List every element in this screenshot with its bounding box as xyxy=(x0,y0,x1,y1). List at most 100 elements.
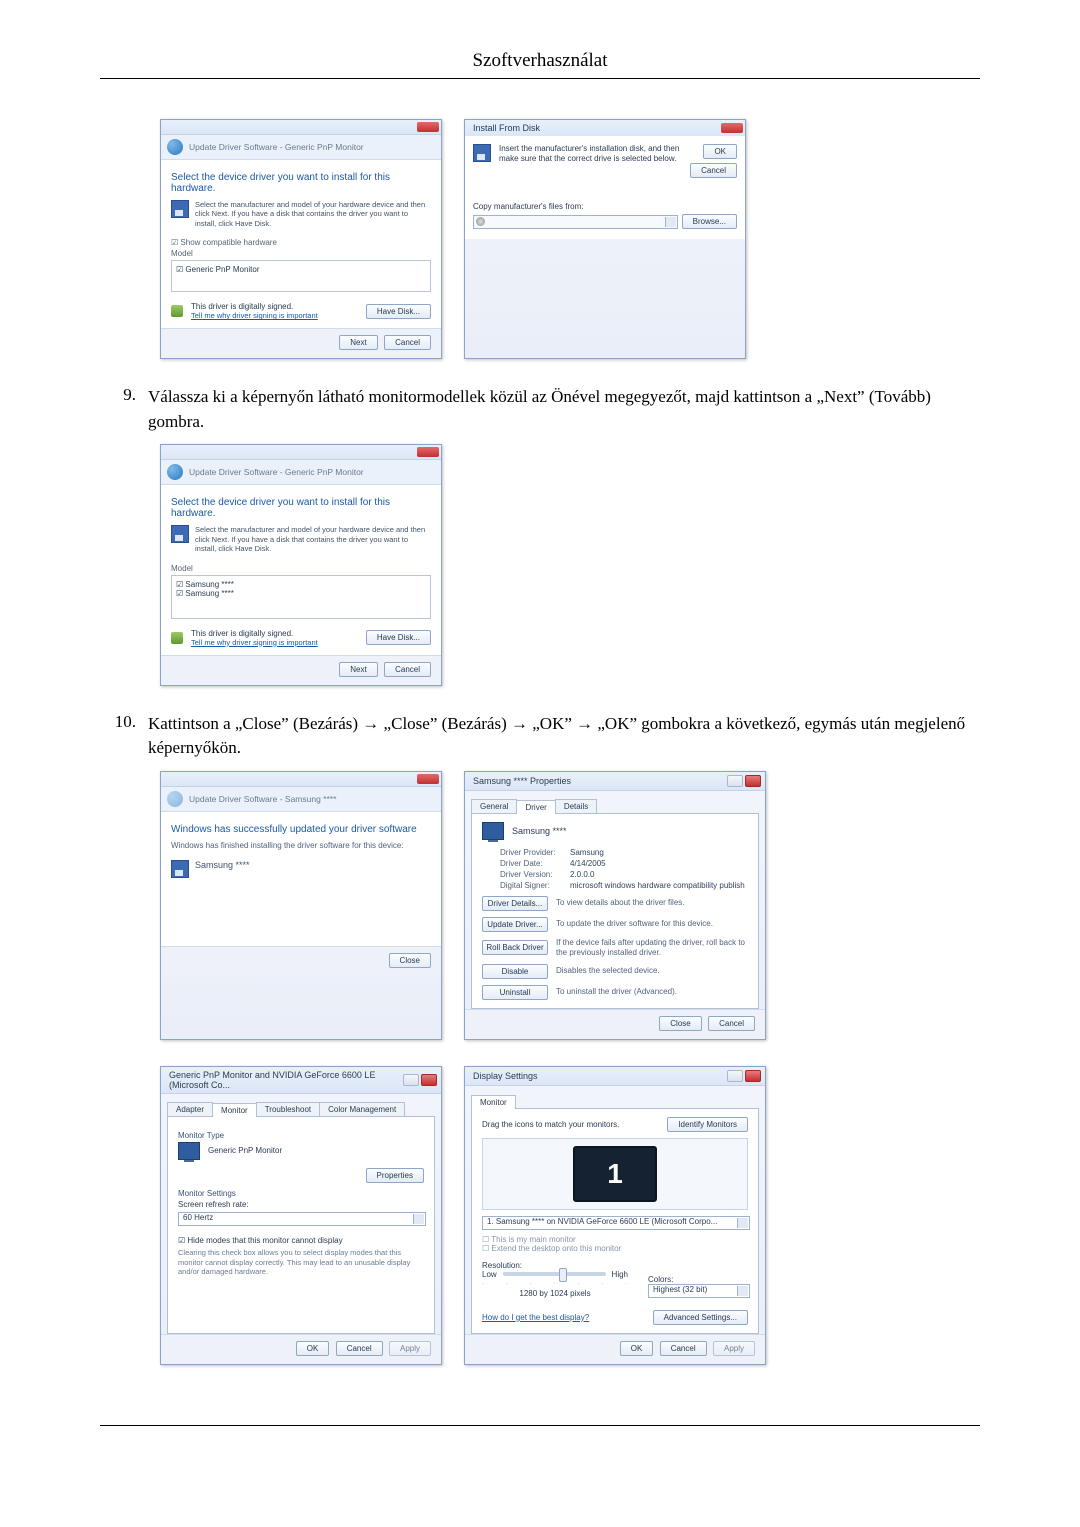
min-icon[interactable] xyxy=(727,1070,743,1082)
apply-button[interactable]: Apply xyxy=(713,1341,755,1356)
monitor-select[interactable]: 1. Samsung **** on NVIDIA GeForce 6600 L… xyxy=(482,1216,750,1230)
tab-color-management[interactable]: Color Management xyxy=(319,1102,405,1116)
copy-from-dropdown[interactable] xyxy=(473,215,678,229)
step-9: 9. Válassza ki a képernyőn látható monit… xyxy=(100,385,980,434)
dlg-titlebar xyxy=(161,772,441,787)
properties-button[interactable]: Properties xyxy=(366,1168,424,1183)
have-disk-button[interactable]: Have Disk... xyxy=(366,304,431,319)
model-list[interactable]: ☑ Generic PnP Monitor xyxy=(171,260,431,292)
refresh-rate-select[interactable]: 60 Hertz xyxy=(178,1212,426,1226)
refresh-rate-label: Screen refresh rate: xyxy=(178,1200,424,1209)
dlg-titlebar xyxy=(161,445,441,460)
monitor-type-value: Generic PnP Monitor xyxy=(208,1146,282,1155)
tab-monitor[interactable]: Monitor xyxy=(471,1095,516,1109)
kv-val: Samsung xyxy=(570,848,748,857)
dlg-titlebar xyxy=(161,120,441,135)
dlg-pnp-monitor: Generic PnP Monitor and NVIDIA GeForce 6… xyxy=(160,1066,442,1365)
min-icon[interactable] xyxy=(403,1074,419,1086)
close-icon[interactable] xyxy=(417,122,439,132)
cancel-button[interactable]: Cancel xyxy=(690,163,737,178)
resolution-slider[interactable] xyxy=(503,1272,606,1276)
extend-desktop-checkbox: ☐ Extend the desktop onto this monitor xyxy=(482,1244,748,1253)
ok-button[interactable]: OK xyxy=(703,144,737,159)
slider-thumb[interactable] xyxy=(559,1268,567,1282)
wizard-subtext: Select the manufacturer and model of you… xyxy=(195,525,431,553)
update-driver-button[interactable]: Update Driver... xyxy=(482,917,548,932)
monitor-preview[interactable]: 1 xyxy=(482,1138,748,1210)
signing-link[interactable]: Tell me why driver signing is important xyxy=(191,311,358,320)
close-button[interactable]: Close xyxy=(659,1016,701,1031)
model-item[interactable]: Samsung **** xyxy=(185,580,233,589)
apply-button[interactable]: Apply xyxy=(389,1341,431,1356)
colors-select[interactable]: Highest (32 bit) xyxy=(648,1284,750,1298)
driver-details-button[interactable]: Driver Details... xyxy=(482,896,548,911)
cancel-button[interactable]: Cancel xyxy=(384,662,431,677)
ok-button[interactable]: OK xyxy=(620,1341,654,1356)
wizard-header-text: Update Driver Software - Generic PnP Mon… xyxy=(189,467,364,477)
hide-modes-checkbox[interactable]: ☑ Hide modes that this monitor cannot di… xyxy=(178,1236,424,1245)
close-icon[interactable] xyxy=(745,1070,761,1082)
close-icon[interactable] xyxy=(417,774,439,784)
screenshot-row-3: Update Driver Software - Samsung **** Wi… xyxy=(160,771,980,1040)
back-arrow-icon[interactable] xyxy=(167,139,183,155)
dlg-title: Generic PnP Monitor and NVIDIA GeForce 6… xyxy=(169,1070,403,1090)
copy-from-label: Copy manufacturer's files from: xyxy=(473,202,737,211)
close-icon[interactable] xyxy=(421,1074,437,1086)
show-compatible-checkbox[interactable]: ☑ Show compatible hardware xyxy=(171,238,431,247)
back-arrow-icon[interactable] xyxy=(167,464,183,480)
action-desc: Disables the selected device. xyxy=(556,966,748,976)
drive-icon xyxy=(476,217,485,226)
cancel-button[interactable]: Cancel xyxy=(708,1016,755,1031)
wizard-subtext: Select the manufacturer and model of you… xyxy=(195,200,431,228)
shield-icon xyxy=(171,632,183,644)
wizard-header: Update Driver Software - Generic PnP Mon… xyxy=(161,135,441,160)
tab-monitor[interactable]: Monitor xyxy=(212,1103,257,1117)
close-icon[interactable] xyxy=(721,123,743,133)
step-number: 9. xyxy=(100,385,148,405)
tab-adapter[interactable]: Adapter xyxy=(167,1102,213,1116)
tab-troubleshoot[interactable]: Troubleshoot xyxy=(256,1102,320,1116)
advanced-settings-button[interactable]: Advanced Settings... xyxy=(653,1310,748,1325)
model-item[interactable]: Samsung **** xyxy=(185,589,233,598)
close-button[interactable]: Close xyxy=(389,953,431,968)
help-icon[interactable] xyxy=(727,775,743,787)
cancel-button[interactable]: Cancel xyxy=(336,1341,383,1356)
finished-device-name: Samsung **** xyxy=(195,860,250,878)
next-button[interactable]: Next xyxy=(339,662,377,677)
model-item[interactable]: Generic PnP Monitor xyxy=(185,265,259,274)
browse-button[interactable]: Browse... xyxy=(682,214,737,229)
disable-button[interactable]: Disable xyxy=(482,964,548,979)
ok-button[interactable]: OK xyxy=(296,1341,330,1356)
dlg-update-driver-2: Update Driver Software - Generic PnP Mon… xyxy=(160,444,442,685)
monitor-1-icon[interactable]: 1 xyxy=(573,1146,657,1202)
kv-key: Driver Version: xyxy=(500,870,570,879)
identify-monitors-button[interactable]: Identify Monitors xyxy=(667,1117,748,1132)
tab-driver[interactable]: Driver xyxy=(516,800,555,814)
model-column-header: Model xyxy=(171,564,431,573)
hide-modes-desc: Clearing this check box allows you to se… xyxy=(178,1248,424,1277)
tab-general[interactable]: General xyxy=(471,799,517,813)
cancel-button[interactable]: Cancel xyxy=(660,1341,707,1356)
cancel-button[interactable]: Cancel xyxy=(384,335,431,350)
dlg-title: Install From Disk xyxy=(465,120,745,136)
back-arrow-icon xyxy=(167,791,183,807)
signed-text: This driver is digitally signed. xyxy=(191,629,358,638)
signed-text: This driver is digitally signed. xyxy=(191,302,358,311)
kv-val: 4/14/2005 xyxy=(570,859,748,868)
signing-link[interactable]: Tell me why driver signing is important xyxy=(191,638,358,647)
have-disk-button[interactable]: Have Disk... xyxy=(366,630,431,645)
action-desc: To view details about the driver files. xyxy=(556,898,748,908)
uninstall-button[interactable]: Uninstall xyxy=(482,985,548,1000)
resolution-value: 1280 by 1024 pixels xyxy=(482,1289,628,1298)
model-list[interactable]: ☑ Samsung **** ☑ Samsung **** xyxy=(171,575,431,619)
tab-details[interactable]: Details xyxy=(555,799,597,813)
best-display-link[interactable]: How do I get the best display? xyxy=(482,1313,589,1322)
close-icon[interactable] xyxy=(745,775,761,787)
page-title: Szoftverhasználat xyxy=(100,50,980,72)
wizard-header-text: Update Driver Software - Samsung **** xyxy=(189,794,336,804)
close-icon[interactable] xyxy=(417,447,439,457)
screenshot-row-1: Update Driver Software - Generic PnP Mon… xyxy=(160,119,980,359)
next-button[interactable]: Next xyxy=(339,335,377,350)
kv-key: Driver Provider: xyxy=(500,848,570,857)
rollback-driver-button[interactable]: Roll Back Driver xyxy=(482,940,548,955)
